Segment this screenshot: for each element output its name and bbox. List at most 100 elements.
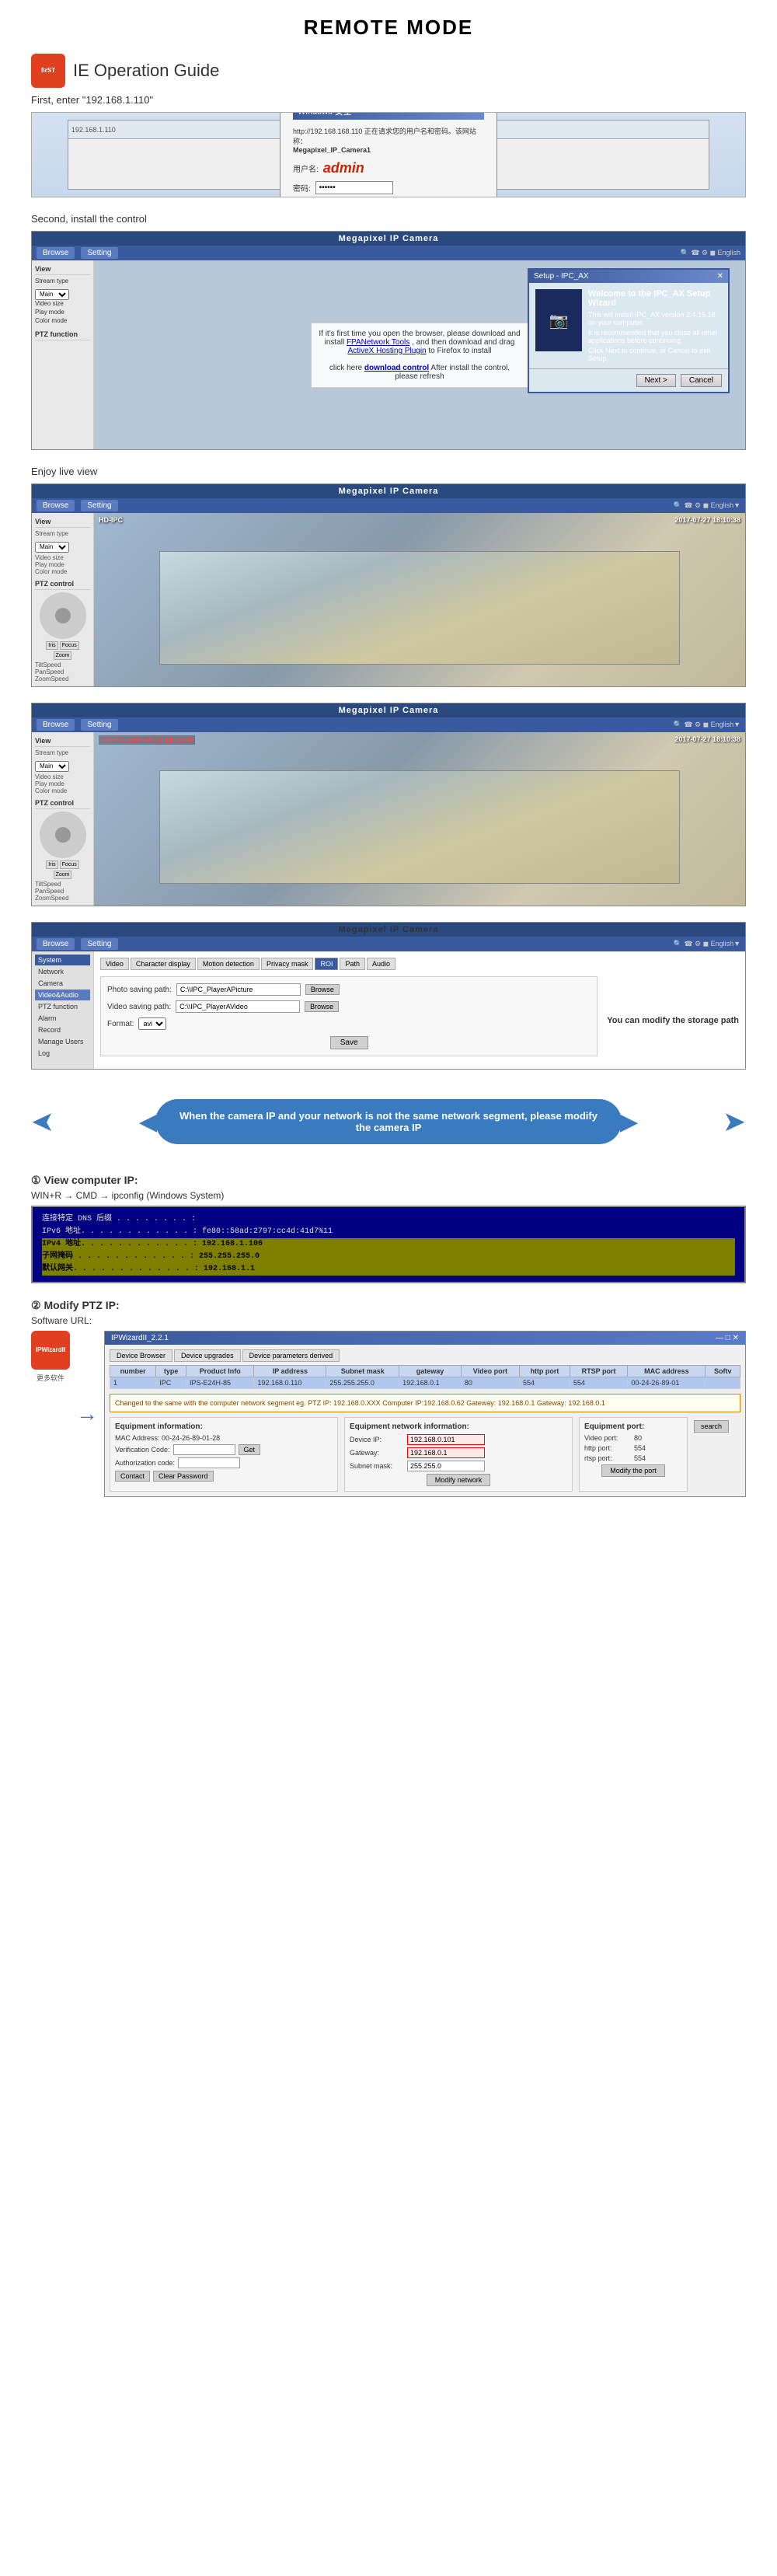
camera-main: View Stream type Main stream Video size … (32, 260, 745, 449)
col-rtsp-port: RTSP port (570, 1366, 627, 1377)
contact-btn[interactable]: Contact (115, 1471, 150, 1482)
step1-instruction: First, enter "192.168.1.110" (31, 94, 746, 106)
wizard-content: 📷 Welcome to the IPC_AX Setup Wizard Thi… (529, 283, 728, 368)
room-visual-lv2 (159, 770, 680, 884)
log-menu-item[interactable]: Log (35, 1048, 90, 1059)
settings-window: Megapixel IP Camera Browse Setting 🔍 ☎ ⚙… (32, 923, 745, 1069)
subnet-input[interactable] (407, 1461, 485, 1471)
subnet-label: Subnet mask: (350, 1462, 404, 1470)
browse-btn[interactable]: Browse (37, 247, 75, 259)
auth-code-input[interactable] (178, 1457, 240, 1468)
wizard-cancel-btn[interactable]: Cancel (681, 374, 722, 387)
cmd-line-4: 子网掩码 . . . . . . . . . . . . : 255.255.2… (42, 1251, 735, 1263)
photo-path-input[interactable] (176, 983, 301, 996)
password-input[interactable] (315, 181, 393, 194)
ptz-focus-btn-lv2[interactable]: Focus (60, 860, 79, 869)
browse-btn-lv2[interactable]: Browse (37, 719, 75, 731)
ptz-buttons-row1: Iris Focus (35, 641, 90, 650)
format-row: Format: avi (107, 1017, 591, 1030)
ptz-function-menu-item[interactable]: PTZ function (35, 1001, 90, 1012)
zoomspeed-lv1: ZoomSpeed (35, 675, 90, 682)
modify-ip-title-text: Modify PTZ IP: (44, 1299, 119, 1311)
photo-browse-btn[interactable]: Browse (305, 984, 340, 995)
col-http-port: http port (520, 1366, 570, 1377)
alarm-menu-item[interactable]: Alarm (35, 1013, 90, 1024)
browse-btn-lv1[interactable]: Browse (37, 500, 75, 511)
camera-sidebar-install: View Stream type Main stream Video size … (32, 260, 94, 449)
sidebar-lv1: View Stream type Main stream Video size … (32, 513, 94, 687)
logo-sub-text: 更多软件 (37, 1373, 64, 1383)
settings-header: Megapixel IP Camera (32, 923, 745, 937)
camera-liveview2: Megapixel IP Camera Browse Setting 🔍 ☎ ⚙… (31, 703, 746, 906)
camera-menu-item[interactable]: Camera (35, 978, 90, 989)
cell-mac: 00-24-26-89-01 (628, 1377, 706, 1389)
video-path-row: Video saving path: Browse (107, 1000, 591, 1013)
setting-btn[interactable]: Setting (81, 247, 117, 259)
video-browse-btn[interactable]: Browse (305, 1001, 339, 1012)
char-display-tab[interactable]: Character display (131, 958, 196, 970)
col-product: Product Info (186, 1366, 254, 1377)
toolbar-icons-lv2: 🔍 ☎ ⚙ ◼ English▼ (674, 721, 740, 729)
privacy-mask-tab[interactable]: Privacy mask (261, 958, 314, 970)
clear-pwd-btn[interactable]: Clear Password (153, 1471, 214, 1482)
browse-btn-settings[interactable]: Browse (37, 938, 75, 950)
dialog-title-bar: Windows 安全 (293, 112, 484, 120)
ptz-iris-btn-lv2[interactable]: Iris (46, 860, 57, 869)
ptz-function-lv2: PTZ function (35, 905, 90, 906)
wizard-next-btn[interactable]: Next > (636, 374, 676, 387)
stream-select-lv1[interactable]: Main stream (35, 542, 69, 553)
roi-tab[interactable]: ROI (315, 958, 338, 970)
ptz-focus-btn[interactable]: Focus (60, 641, 79, 650)
setting-btn-lv1[interactable]: Setting (81, 500, 117, 511)
wizard-close[interactable]: ✕ (717, 272, 723, 281)
video-path-label: Video saving path: (107, 1003, 171, 1011)
wizard-titlebar: Setup - IPC_AX ✕ (529, 270, 728, 283)
username-label: 用户名: (293, 162, 319, 174)
play-mode-lv1: Play mode (35, 561, 90, 568)
click-here-text: click here (329, 364, 364, 372)
ptz-zoom-btn[interactable]: Zoom (54, 651, 72, 660)
record-menu-item[interactable]: Record (35, 1024, 90, 1035)
network-menu-item[interactable]: Network (35, 966, 90, 977)
video-size-lv2: Video size (35, 773, 90, 780)
ptz-zoom-btn-lv2[interactable]: Zoom (54, 871, 72, 879)
dialog-title-text: Windows 安全 (298, 112, 352, 117)
video-label-lv2: HD-IPC 2017-07-27 18:10:38 (99, 735, 195, 745)
system-menu-item[interactable]: System (35, 955, 90, 965)
motion-detection-tab[interactable]: Motion detection (197, 958, 260, 970)
setting-btn-lv2[interactable]: Setting (81, 719, 117, 731)
search-btn[interactable]: search (694, 1420, 729, 1433)
step5-section: Megapixel IP Camera Browse Setting 🔍 ☎ ⚙… (31, 922, 746, 1070)
video-path-input[interactable] (176, 1000, 300, 1013)
device-params-tab[interactable]: Device parameters derived (242, 1349, 340, 1362)
table-header-row: number type Product Info IP address Subn… (110, 1366, 740, 1377)
stream-select-lv2[interactable]: Main stream (35, 761, 69, 772)
ipwizard-window-controls[interactable]: — □ ✕ (716, 1334, 739, 1342)
device-browser-tab[interactable]: Device Browser (110, 1349, 172, 1362)
download-control-link[interactable]: download control (364, 364, 429, 372)
get-btn[interactable]: Get (239, 1444, 261, 1455)
path-tab[interactable]: Path (340, 958, 365, 970)
device-upgrades-tab[interactable]: Device upgrades (174, 1349, 241, 1362)
audio-tab[interactable]: Audio (367, 958, 395, 970)
stream-select[interactable]: Main stream (35, 289, 69, 300)
modify-port-btn[interactable]: Modify the port (601, 1464, 665, 1477)
col-type: type (156, 1366, 186, 1377)
gateway-input[interactable] (407, 1447, 485, 1458)
table-row[interactable]: 1 IPC IPS-E24H-85 192.168.0.110 255.255.… (110, 1377, 740, 1389)
fpnetwork-link[interactable]: FPANetwork Tools (347, 338, 409, 347)
verify-code-input[interactable] (173, 1444, 235, 1455)
setting-btn-settings[interactable]: Setting (81, 938, 117, 950)
device-ip-input[interactable] (407, 1434, 485, 1445)
modify-network-btn[interactable]: Modify network (427, 1474, 491, 1486)
video-tab[interactable]: Video (100, 958, 129, 970)
activex-link[interactable]: ActiveX Hosting Plugin (347, 347, 426, 355)
video-size-lv1: Video size (35, 554, 90, 561)
manage-users-menu-item[interactable]: Manage Users (35, 1036, 90, 1047)
cell-rtsp-port: 554 (570, 1377, 627, 1389)
video-audio-menu-item[interactable]: Video&Audio (35, 990, 90, 1000)
view-section-lv2: View (35, 735, 90, 747)
ptz-iris-btn[interactable]: Iris (46, 641, 57, 650)
save-btn[interactable]: Save (330, 1036, 368, 1049)
format-select[interactable]: avi (138, 1017, 166, 1030)
